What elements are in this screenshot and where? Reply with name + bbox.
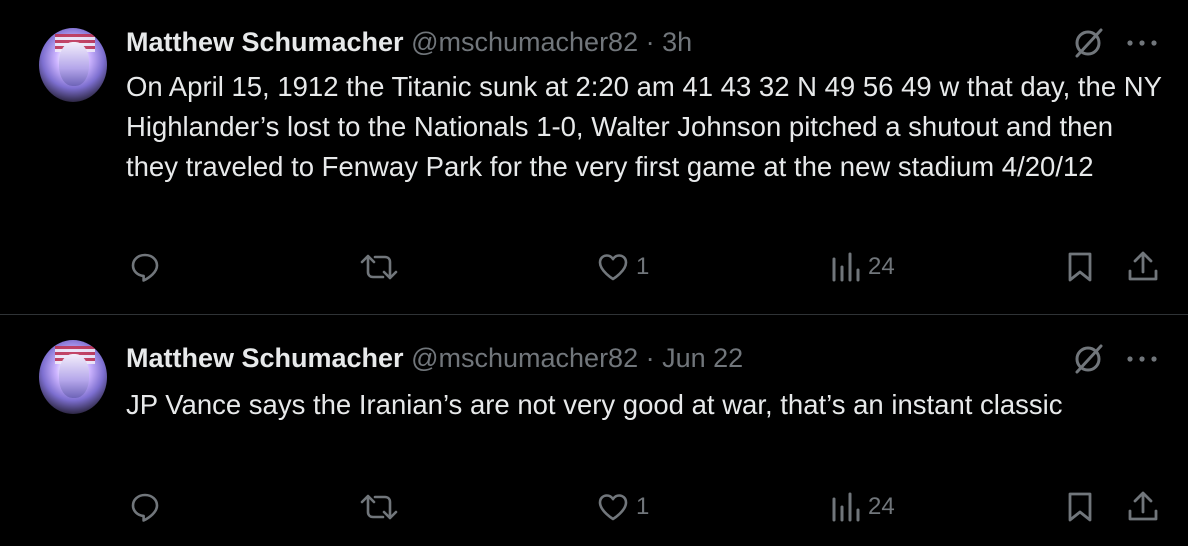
retweet-icon <box>360 494 398 520</box>
tweet[interactable]: Matthew Schumacher @mschumacher82 · 3h O… <box>0 0 1188 314</box>
grok-icon[interactable] <box>1072 26 1106 60</box>
like-button[interactable]: 1 <box>596 250 649 284</box>
reply-button[interactable] <box>128 490 162 524</box>
share-icon <box>1128 491 1158 521</box>
author-handle[interactable]: @mschumacher82 <box>411 343 638 373</box>
reply-icon <box>131 253 159 282</box>
share-icon <box>1128 251 1158 281</box>
like-count: 1 <box>636 493 650 520</box>
like-button[interactable]: 1 <box>596 490 649 524</box>
views-icon <box>832 252 860 282</box>
tweet-timestamp[interactable]: 3h <box>662 27 692 57</box>
like-count: 1 <box>636 253 650 280</box>
more-options-icon[interactable] <box>1125 354 1159 364</box>
author-handle[interactable]: @mschumacher82 <box>411 27 638 57</box>
like-icon <box>598 494 628 521</box>
like-icon <box>598 254 628 281</box>
views-button[interactable]: 24 <box>830 490 895 524</box>
share-button[interactable] <box>1126 250 1160 284</box>
views-button[interactable]: 24 <box>830 250 895 284</box>
tweet-actions: 1 24 <box>0 250 1188 290</box>
view-count: 24 <box>868 253 895 280</box>
tweet[interactable]: Matthew Schumacher @mschumacher82 · Jun … <box>0 315 1188 546</box>
more-options-icon[interactable] <box>1125 38 1159 48</box>
retweet-button[interactable] <box>359 490 399 524</box>
reply-button[interactable] <box>128 250 162 284</box>
tweet-text: On April 15, 1912 the Titanic sunk at 2:… <box>126 71 1162 182</box>
share-button[interactable] <box>1126 490 1160 524</box>
views-icon <box>832 492 860 522</box>
avatar-figure <box>59 354 89 398</box>
grok-icon[interactable] <box>1072 342 1106 376</box>
bookmark-button[interactable] <box>1066 490 1094 524</box>
bookmark-icon <box>1068 252 1092 282</box>
tweet-timestamp[interactable]: Jun 22 <box>662 343 743 373</box>
tweet-actions: 1 24 <box>0 490 1188 530</box>
tweet-header: Matthew Schumacher @mschumacher82 · Jun … <box>126 343 743 374</box>
bookmark-icon <box>1068 492 1092 522</box>
reply-icon <box>131 493 159 522</box>
avatar[interactable] <box>39 28 107 102</box>
author-name[interactable]: Matthew Schumacher <box>126 27 404 57</box>
header-separator: · <box>645 343 655 373</box>
retweet-button[interactable] <box>359 250 399 284</box>
avatar-figure <box>59 42 89 86</box>
retweet-icon <box>360 254 398 280</box>
tweet-text: JP Vance says the Iranian’s are not very… <box>126 389 1063 420</box>
author-name[interactable]: Matthew Schumacher <box>126 343 404 373</box>
avatar[interactable] <box>39 340 107 414</box>
view-count: 24 <box>868 493 895 520</box>
bookmark-button[interactable] <box>1066 250 1094 284</box>
header-separator: · <box>645 27 655 57</box>
tweet-header: Matthew Schumacher @mschumacher82 · 3h <box>126 27 692 58</box>
